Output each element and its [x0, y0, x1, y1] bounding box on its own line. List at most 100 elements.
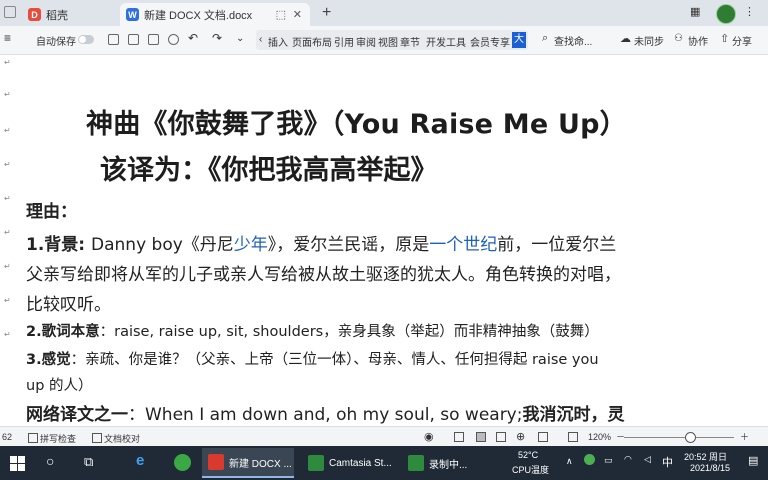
avatar[interactable] — [716, 4, 736, 24]
menu-more[interactable]: 大 — [512, 32, 526, 48]
eye-icon[interactable]: ◉ — [424, 430, 434, 443]
taskbar-wps[interactable]: 新建 DOCX ... — [202, 448, 294, 478]
undo-icon[interactable]: ↶ — [188, 31, 198, 45]
menu-developer[interactable]: 开发工具 — [426, 34, 466, 49]
tab-docer-label: 稻壳 — [46, 9, 68, 22]
zoom-slider-handle[interactable] — [685, 432, 696, 443]
outline-view-icon[interactable] — [496, 432, 508, 443]
menu-references[interactable]: 引用 — [334, 34, 354, 49]
p1-link-shaonian[interactable]: 少年 — [234, 235, 268, 255]
save-icon[interactable] — [108, 34, 119, 45]
print-icon[interactable] — [148, 34, 159, 45]
read-mode-icon[interactable] — [538, 432, 550, 443]
cpu-temp-label: CPU温度 — [512, 465, 550, 475]
ribbon-scroll-left-icon[interactable]: ‹ — [259, 34, 262, 45]
taskbar-recorder-label: 录制中... — [429, 459, 468, 471]
cloud-icon: ☁ — [620, 33, 631, 45]
network-icon[interactable]: ▭ — [604, 455, 613, 466]
menu-section[interactable]: 章节 — [400, 34, 420, 49]
tab-document-label: 新建 DOCX 文档.docx — [144, 9, 253, 22]
zoom-level[interactable]: 120% — [588, 432, 611, 442]
quick-access-dropdown-icon[interactable]: ⌄ — [236, 33, 244, 44]
doc-compare-label: 文档校对 — [104, 434, 141, 444]
menu-member[interactable]: 会员专享 — [470, 34, 510, 49]
windows-start-icon[interactable] — [10, 456, 25, 471]
fit-page-icon[interactable] — [568, 432, 580, 443]
more-icon[interactable]: ⋮ — [744, 5, 755, 18]
spellcheck-icon — [28, 433, 38, 443]
page-view-icon[interactable] — [454, 432, 466, 443]
cortana-icon[interactable]: ○ — [46, 453, 54, 469]
zoom-slider[interactable] — [624, 437, 734, 438]
menu-review[interactable]: 审阅 — [356, 34, 376, 49]
close-tab-icon[interactable]: ✕ — [293, 8, 302, 21]
p3-label: 3.感觉 — [26, 352, 71, 368]
paragraph-feeling: 3.感觉：亲疏、你是谁？（父亲、上帝（三位一体）、母亲、情人、任何担得起 rai… — [26, 348, 599, 369]
paragraph-translation: 网络译文之一：When I am down and, oh my soul, s… — [26, 400, 624, 425]
globe-icon[interactable]: ⊕ — [516, 430, 525, 443]
taskbar-recorder[interactable]: 录制中... — [402, 448, 474, 478]
clock-date[interactable]: 2021/8/15 — [690, 463, 730, 473]
wps-icon — [208, 454, 224, 470]
p1-link-century[interactable]: 一个世纪 — [429, 235, 497, 255]
doc-subtitle: 该译为：《你把我高高举起》 — [100, 155, 438, 186]
zoom-in-button[interactable]: ＋ — [740, 430, 749, 443]
clock-time[interactable]: 20:52 周日 — [684, 450, 727, 463]
paragraph-lyrics: 2.歌词本意：raise, raise up, sit, shoulders，亲… — [26, 320, 599, 341]
cpu-temp[interactable]: 52°C — [518, 450, 538, 460]
p1-text-a: Danny boy《丹尼 — [91, 235, 234, 255]
p4-bold: 我消沉时，灵 — [522, 405, 625, 425]
new-tab-icon[interactable]: + — [322, 4, 331, 22]
page-number[interactable]: 62 — [2, 432, 12, 442]
autosave-toggle[interactable] — [78, 35, 94, 44]
grid-icon[interactable]: ▦ — [690, 5, 700, 18]
spellcheck-button[interactable]: 拼写检查 — [28, 432, 76, 445]
share-button[interactable]: 分享 — [732, 33, 752, 48]
autosave-label: 自动保存 — [36, 37, 76, 48]
window-menu-icon[interactable] — [4, 6, 16, 18]
tray-app-icon[interactable] — [584, 454, 595, 465]
paragraph-background: 1.背景: Danny boy《丹尼少年》，爱尔兰民谣，原是一个世纪前，一位爱尔… — [26, 230, 616, 255]
tab-document[interactable]: W 新建 DOCX 文档.docx ⬚ ✕ — [120, 3, 310, 26]
tray-expand-icon[interactable]: ∧ — [566, 456, 573, 467]
paragraph-background-line2: 父亲写给即将从军的儿子或亲人写给被从故土驱逐的犹太人。角色转换的对唱， — [26, 265, 621, 285]
redo-icon[interactable]: ↷ — [212, 31, 222, 45]
edge-icon[interactable]: e — [136, 452, 144, 469]
p2-text: ：raise, raise up, sit, shoulders，亲身具象（举起… — [99, 324, 599, 340]
p3-text: ：亲疏、你是谁？（父亲、上帝（三位一体）、母亲、情人、任何担得起 raise y… — [70, 352, 599, 368]
tab-restore-icon[interactable]: ⬚ — [276, 8, 286, 21]
tab-docer[interactable]: D 稻壳 — [22, 3, 117, 26]
main-menu-icon[interactable]: ≡ — [4, 31, 11, 45]
p1-text-c: 》，爱尔兰民谣，原是 — [267, 235, 430, 255]
paragraph-feeling-line2: up 的人） — [26, 378, 93, 394]
reason-heading: 理由： — [26, 202, 77, 222]
document-body[interactable]: 神曲《你鼓舞了我》（You Raise Me Up） 该译为：《你把我高高举起》… — [0, 56, 768, 426]
browser-icon[interactable] — [174, 454, 191, 471]
search-icon[interactable]: ⌕ — [542, 32, 548, 45]
search-command[interactable]: 查找命... — [554, 33, 592, 48]
notification-icon[interactable]: ▤ — [748, 454, 758, 467]
p1-label: 1.背景: — [26, 235, 92, 255]
wifi-icon[interactable]: ◠ — [624, 454, 632, 465]
menu-insert[interactable]: 插入 — [268, 34, 288, 49]
p2-label: 2.歌词本意 — [26, 324, 100, 340]
menu-view[interactable]: 视图 — [378, 34, 398, 49]
collab-button[interactable]: 协作 — [688, 33, 708, 48]
menu-page-layout[interactable]: 页面布局 — [292, 34, 332, 49]
taskbar-camtasia[interactable]: Camtasia St... — [302, 448, 394, 478]
docer-icon: D — [28, 8, 41, 21]
doc-title: 神曲《你鼓舞了我》（You Raise Me Up） — [86, 109, 627, 140]
volume-icon[interactable]: ◁ — [644, 454, 651, 465]
export-icon[interactable] — [128, 34, 139, 45]
taskbar-wps-label: 新建 DOCX ... — [229, 458, 292, 470]
web-view-icon[interactable] — [476, 432, 488, 443]
p4-text: ：When I am down and, oh my soul, so wear… — [128, 405, 523, 425]
ime-indicator[interactable]: 中 — [662, 454, 673, 470]
share-icon: ⇧ — [720, 33, 730, 45]
preview-icon[interactable] — [168, 34, 179, 45]
task-view-icon[interactable]: ⧉ — [84, 454, 93, 470]
windows-taskbar: ○ ⧉ e 新建 DOCX ... Camtasia St... 录制中... … — [0, 446, 768, 480]
sync-status[interactable]: 未同步 — [634, 33, 664, 48]
doc-compare-button[interactable]: 文档校对 — [92, 432, 140, 445]
p4-label: 网络译文之一 — [26, 405, 128, 425]
